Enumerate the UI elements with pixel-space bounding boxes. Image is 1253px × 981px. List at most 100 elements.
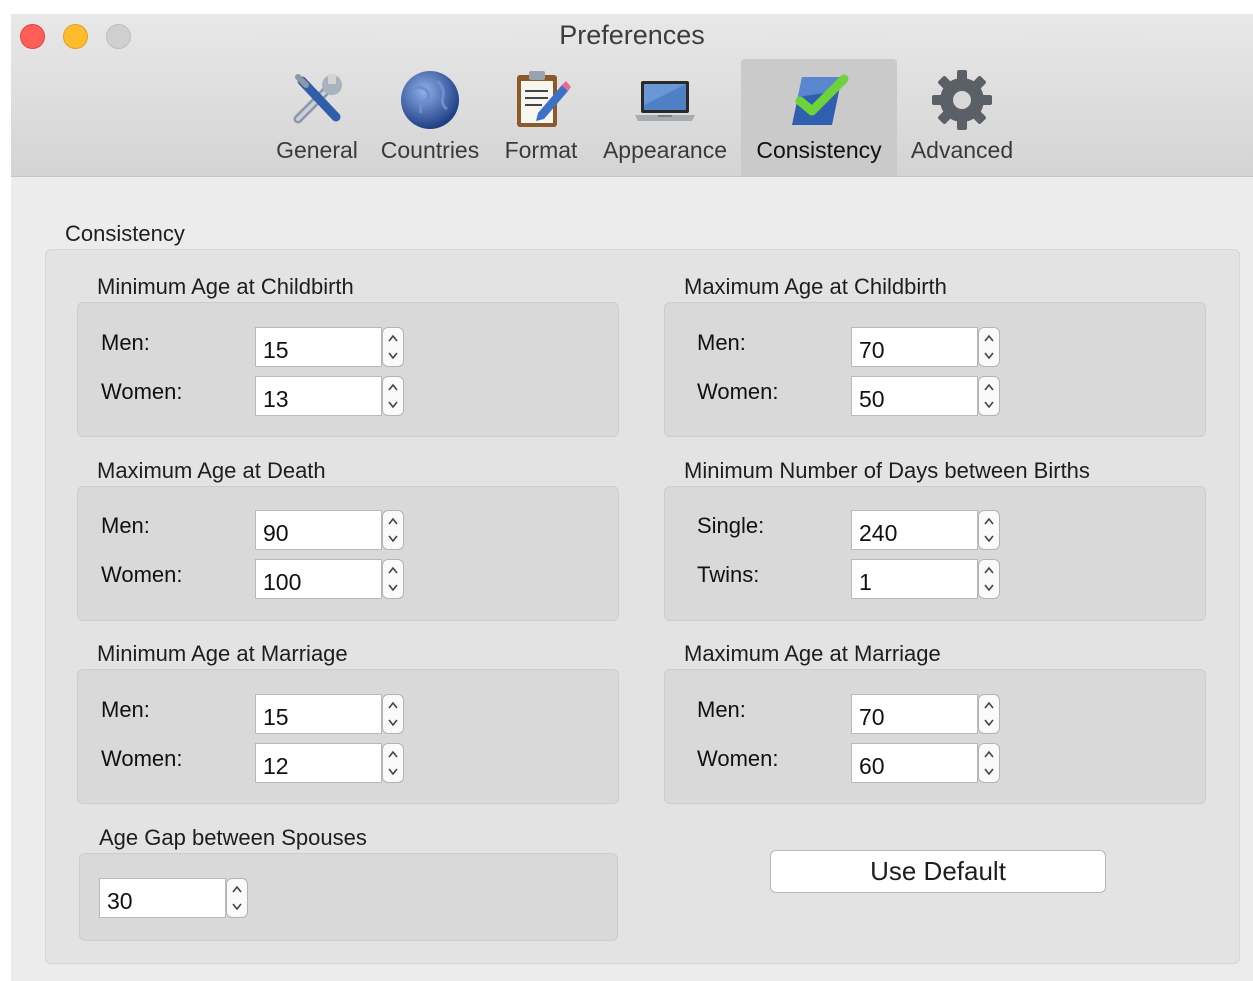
max-childbirth-women-stepper[interactable] [978,376,1000,416]
max-marriage-men-stepper[interactable] [978,694,1000,734]
field-label: Twins: [697,562,760,587]
field-label: Women: [101,379,183,404]
chevron-down-icon[interactable] [227,898,247,917]
chevron-up-icon[interactable] [979,744,999,763]
clipboard-pencil-icon [508,67,574,133]
chevron-down-icon[interactable] [383,396,403,415]
chevron-down-icon[interactable] [979,530,999,549]
min-childbirth-men-stepper[interactable] [382,327,404,367]
preferences-window: Preferences General Countries Format App… [11,14,1253,981]
tab-general[interactable]: General [267,59,367,176]
max-death-women-stepper[interactable] [382,559,404,599]
min-age-marriage-title: Minimum Age at Marriage [97,641,348,666]
min-age-childbirth-title: Minimum Age at Childbirth [97,274,354,299]
use-default-button[interactable]: Use Default [770,850,1106,893]
window-title: Preferences [559,20,705,50]
max-marriage-men-input[interactable] [851,694,978,734]
chevron-up-icon[interactable] [979,511,999,530]
field-label: Men: [697,330,746,355]
min-days-births-title: Minimum Number of Days between Births [684,458,1090,483]
max-age-childbirth-group [664,302,1206,437]
max-death-men-stepper[interactable] [382,510,404,550]
tab-advanced-label: Advanced [910,137,1014,163]
tab-consistency-label: Consistency [756,137,882,163]
chevron-down-icon[interactable] [979,347,999,366]
chevron-up-icon[interactable] [979,328,999,347]
chevron-down-icon[interactable] [979,763,999,782]
min-marriage-men-input[interactable] [255,694,382,734]
max-age-childbirth-title: Maximum Age at Childbirth [684,274,947,299]
chevron-up-icon[interactable] [979,377,999,396]
min-days-single-stepper[interactable] [978,510,1000,550]
checkmark-icon [786,67,852,133]
globe-icon [397,67,463,133]
chevron-up-icon[interactable] [979,560,999,579]
max-death-men-input[interactable] [255,510,382,550]
chevron-up-icon[interactable] [383,744,403,763]
max-age-death-group [77,486,619,621]
max-death-women-input[interactable] [255,559,382,599]
age-gap-title: Age Gap between Spouses [99,825,367,850]
field-label: Women: [697,746,779,771]
max-age-death-title: Maximum Age at Death [97,458,326,483]
min-marriage-women-input[interactable] [255,743,382,783]
min-childbirth-men-input[interactable] [255,327,382,367]
chevron-down-icon[interactable] [383,530,403,549]
min-days-twins-stepper[interactable] [978,559,1000,599]
chevron-up-icon[interactable] [227,879,247,898]
age-gap-stepper[interactable] [226,878,248,918]
field-label: Men: [101,697,150,722]
tab-appearance-label: Appearance [602,137,728,163]
chevron-up-icon[interactable] [383,695,403,714]
max-childbirth-women-input[interactable] [851,376,978,416]
tab-general-label: General [276,137,358,163]
chevron-up-icon[interactable] [383,560,403,579]
tools-icon [284,67,350,133]
section-title: Consistency [65,221,185,246]
min-days-twins-input[interactable] [851,559,978,599]
tab-countries-label: Countries [380,137,480,163]
tab-countries[interactable]: Countries [373,59,487,176]
min-days-single-input[interactable] [851,510,978,550]
max-childbirth-men-input[interactable] [851,327,978,367]
chevron-down-icon[interactable] [383,763,403,782]
chevron-up-icon[interactable] [979,695,999,714]
age-gap-input[interactable] [99,878,226,918]
tab-consistency[interactable]: Consistency [741,59,897,176]
field-label: Women: [697,379,779,404]
max-marriage-women-stepper[interactable] [978,743,1000,783]
field-label: Single: [697,513,765,538]
min-age-childbirth-group [77,302,619,437]
min-childbirth-women-input[interactable] [255,376,382,416]
chevron-down-icon[interactable] [979,579,999,598]
tab-format[interactable]: Format [497,59,585,176]
tab-advanced[interactable]: Advanced [903,59,1021,176]
chevron-up-icon[interactable] [383,511,403,530]
chevron-down-icon[interactable] [979,396,999,415]
min-age-marriage-group [77,669,619,804]
min-marriage-men-stepper[interactable] [382,694,404,734]
gear-icon [929,67,995,133]
tab-format-label: Format [504,137,578,163]
field-label: Men: [101,330,150,355]
min-marriage-women-stepper[interactable] [382,743,404,783]
chevron-up-icon[interactable] [383,328,403,347]
max-childbirth-men-stepper[interactable] [978,327,1000,367]
laptop-icon [632,67,698,133]
field-label: Women: [101,746,183,771]
max-age-marriage-title: Maximum Age at Marriage [684,641,941,666]
field-label: Women: [101,562,183,587]
chevron-down-icon[interactable] [383,714,403,733]
chevron-up-icon[interactable] [383,377,403,396]
min-childbirth-women-stepper[interactable] [382,376,404,416]
field-label: Men: [697,697,746,722]
title-toolbar: Preferences General Countries Format App… [11,14,1253,177]
max-age-marriage-group [664,669,1206,804]
max-marriage-women-input[interactable] [851,743,978,783]
field-label: Men: [101,513,150,538]
min-days-births-group [664,486,1206,621]
chevron-down-icon[interactable] [383,579,403,598]
chevron-down-icon[interactable] [383,347,403,366]
chevron-down-icon[interactable] [979,714,999,733]
tab-appearance[interactable]: Appearance [597,59,733,176]
